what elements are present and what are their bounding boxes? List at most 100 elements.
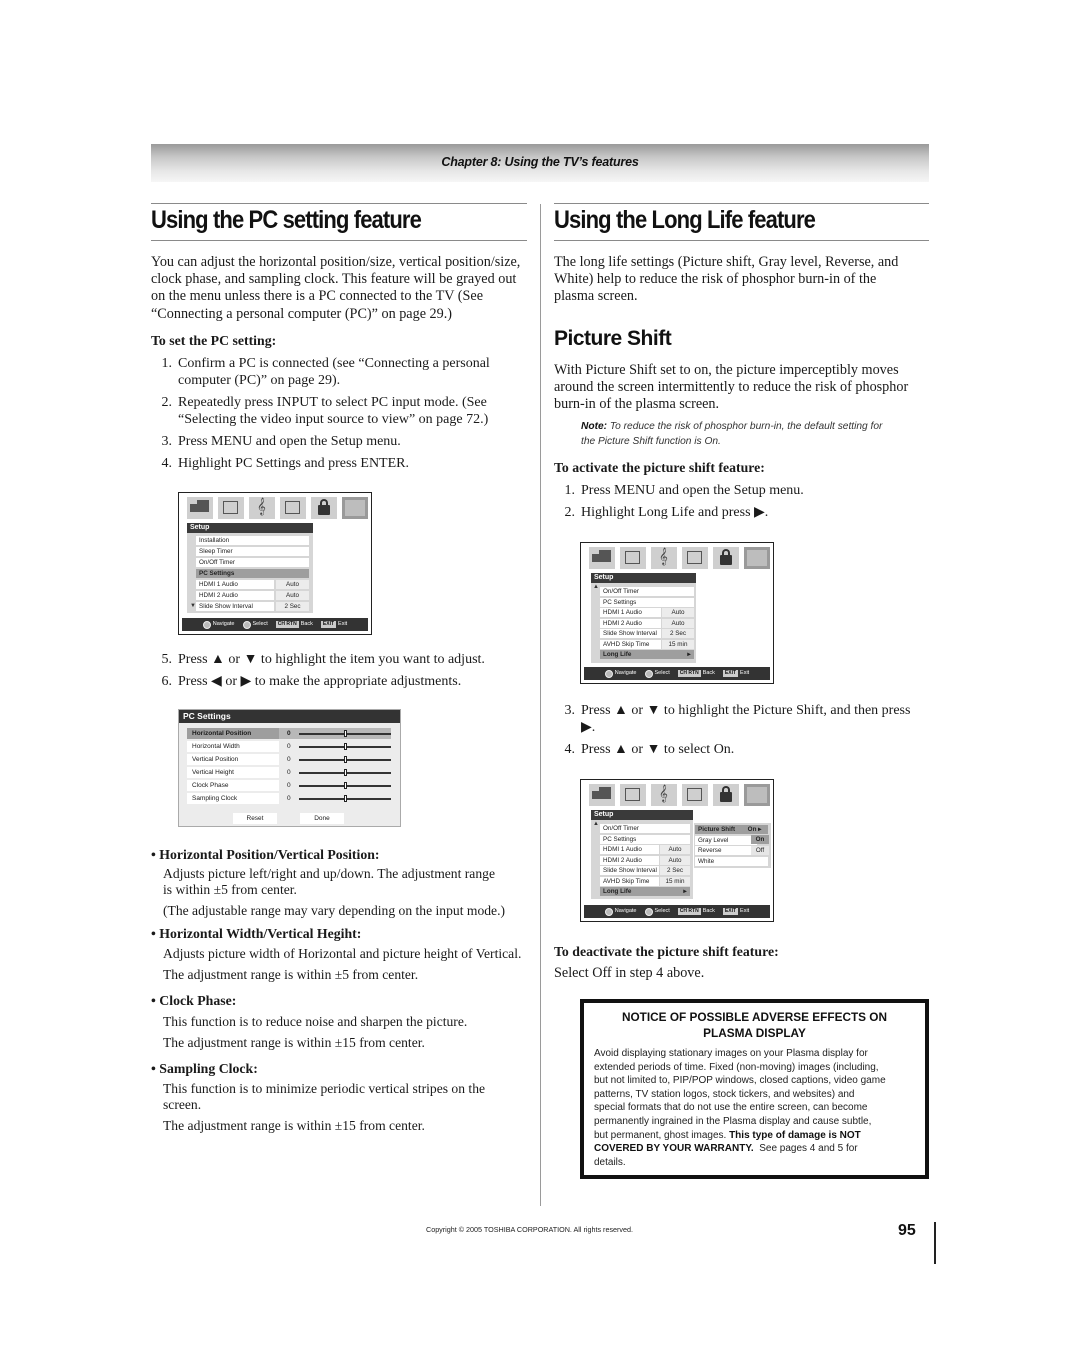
menu-footer: Navigate Select CH RTN Back EXIT Exit: [584, 905, 770, 918]
bullet-list: • Horizontal Position/Vertical Position:…: [151, 846, 531, 1134]
exit-key-icon: EXIT: [722, 670, 739, 677]
pc-setting-row: Horizontal Position 0: [187, 728, 391, 739]
reset-button: Reset: [233, 813, 277, 824]
setup-menu-header: Setup: [187, 523, 313, 533]
slider-thumb: [344, 756, 347, 763]
pc-settings-screenshot: PC Settings Horizontal Position 0 Horizont…: [178, 709, 401, 827]
column-divider: [540, 204, 541, 1206]
intro-line: You can adjust the horizontal position/s…: [151, 254, 521, 270]
page-number-rule: [934, 1222, 936, 1264]
slider-thumb: [344, 795, 347, 802]
long-life-row: White: [695, 856, 768, 866]
page-number: 95: [898, 1222, 916, 1239]
setup-icon: [744, 784, 770, 806]
menu-row: AVHD Skip Time 15 min: [600, 876, 690, 886]
pc-setting-row: Clock Phase 0: [187, 780, 391, 791]
right-intro: The long life settings (Picture shift, G…: [554, 254, 899, 305]
step-5: 5. Press ▲ or ▼ to highlight the item you…: [161, 652, 485, 667]
title-rule-top: [151, 203, 527, 204]
select-icon: [644, 907, 653, 916]
navigate-icon: [604, 907, 613, 916]
settings-icon: [682, 784, 708, 806]
left-section-title: Using the PC setting feature: [151, 206, 422, 234]
menu-icon-bar: 𝄞: [589, 547, 770, 569]
menu-row-highlighted: Long Life ▸: [600, 887, 690, 896]
note-label: Note:: [581, 421, 608, 432]
menu-row: HDMI 1 Audio Auto: [600, 845, 690, 854]
pc-setting-label: Horizontal Position: [187, 728, 279, 739]
bullet-heading: • Clock Phase:: [151, 993, 237, 1009]
done-button: Done: [300, 813, 344, 824]
deactivate-heading: To deactivate the picture shift feature:: [554, 944, 779, 959]
step-3: 3. Press ▲ or ▼ to highlight the Picture …: [564, 703, 911, 735]
right-section-title: Using the Long Life feature: [554, 206, 816, 234]
note: Note: To reduce the risk of phosphor bur…: [581, 421, 883, 447]
navigate-icon: [202, 620, 211, 629]
setup-menu-header: Setup: [591, 573, 696, 583]
scroll-down-icon: ▼: [190, 603, 196, 609]
option-off: Off: [751, 846, 769, 855]
chevron-right-icon: ▸: [687, 651, 691, 658]
chapter-header-text: Chapter 8: Using the TV’s features: [441, 155, 639, 169]
option-on: On: [751, 835, 769, 844]
step-2: 2. Highlight Long Life and press ▶.: [564, 505, 769, 520]
long-life-row: Picture Shift On ▸: [695, 825, 768, 834]
exit-key-icon: EXIT: [722, 908, 739, 915]
pc-setting-slider: [299, 754, 391, 765]
notice-title: NOTICE OF POSSIBLE ADVERSE EFFECTS ON PL…: [621, 1010, 888, 1040]
chapter-header: Chapter 8: Using the TV’s features: [151, 144, 929, 182]
menu-row: PC Settings: [600, 834, 690, 844]
picture-icon: [187, 497, 213, 519]
menu-row: HDMI 1 Audio Auto: [600, 608, 694, 617]
menu-footer: Navigate Select CH RTN Back EXIT Exit: [584, 667, 770, 680]
pc-setting-label: Sampling Clock: [187, 793, 279, 804]
audio-icon: 𝄞: [249, 497, 275, 519]
pc-setting-label: Horizontal Width: [187, 741, 279, 752]
set-pc-heading: To set the PC setting:: [151, 333, 277, 348]
title-rule-bottom: [151, 240, 527, 241]
select-icon: [242, 620, 251, 629]
audio-icon: 𝄞: [651, 784, 677, 806]
step-3: 3. Press MENU and open the Setup menu.: [161, 434, 401, 449]
menu-row: Slide Show Interval 2 Sec: [600, 629, 694, 638]
pc-setting-slider: [299, 793, 391, 804]
setup-icon: [744, 547, 770, 569]
menu-row-highlighted: Long Life ▸: [600, 650, 694, 659]
intro-line: clock phase, and sampling clock. This fe…: [151, 271, 517, 288]
plasma-notice-box: NOTICE OF POSSIBLE ADVERSE EFFECTS ON PL…: [580, 999, 929, 1179]
setup-menu-header: Setup: [591, 810, 693, 820]
select-icon: [644, 669, 653, 678]
picture-shift-para: With Picture Shift set to on, the pictur…: [554, 362, 909, 413]
chevron-right-icon: ▸: [683, 888, 687, 895]
step-1: 1. Press MENU and open the Setup menu.: [564, 483, 804, 498]
pc-setting-row: Sampling Clock 0: [187, 793, 391, 804]
menu-row-highlighted: PC Settings: [196, 569, 309, 578]
title-rule-top: [554, 203, 929, 204]
copyright: Copyright © 2005 TOSHIBA CORPORATION. Al…: [426, 1225, 634, 1234]
audio-icon: 𝄞: [651, 547, 677, 569]
slider-thumb: [344, 769, 347, 776]
menu-icon-bar: 𝄞: [187, 497, 368, 519]
lock-icon: [713, 784, 739, 806]
step-4: 4. Highlight PC Settings and press ENTER.: [161, 456, 410, 471]
settings-icon: [682, 547, 708, 569]
picture-icon: [589, 547, 615, 569]
menu-row: HDMI 2 Audio Auto: [196, 591, 309, 600]
back-key-icon: CH RTN: [275, 621, 299, 628]
activate-heading: To activate the picture shift feature:: [554, 460, 765, 475]
menu-row: On/Off Timer: [196, 558, 309, 567]
picture-shift-heading: Picture Shift: [554, 327, 672, 350]
slider-thumb: [344, 743, 347, 750]
scroll-up-icon: ▲: [593, 821, 599, 827]
long-life-menu-screenshot: 𝄞 Setup ▲ On/Off Timer PC Settings HDMI 1 …: [580, 542, 774, 684]
screen-icon: [218, 497, 244, 519]
intro-line: on the menu unless there is a PC connect…: [151, 288, 484, 305]
navigate-icon: [604, 669, 613, 678]
notice-body: Avoid displaying stationary images on yo…: [594, 1048, 886, 1168]
step-6: 6. Press ◀ or ▶ to make the appropriate a…: [161, 674, 462, 689]
picture-icon: [589, 784, 615, 806]
menu-row: HDMI 2 Audio Auto: [600, 618, 694, 628]
left-intro: You can adjust the horizontal position/s…: [151, 254, 531, 323]
title-rule-bottom: [554, 240, 929, 241]
setup-icon: [342, 497, 368, 519]
